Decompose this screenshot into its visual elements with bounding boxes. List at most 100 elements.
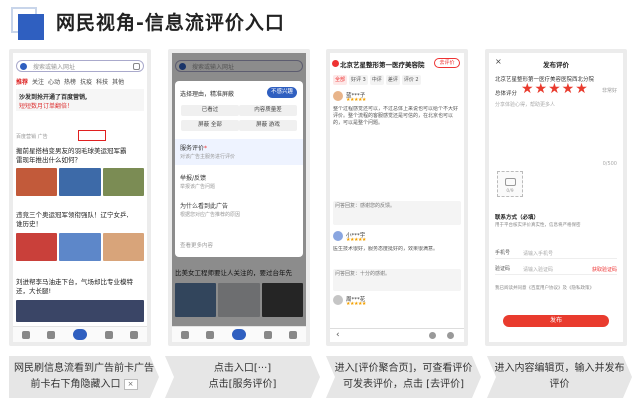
home-icon[interactable] — [21, 330, 30, 339]
review-stars: ★★★★★ — [346, 237, 366, 243]
tab-heart[interactable]: 心动 — [48, 79, 60, 86]
submit-button[interactable]: 发布 — [503, 315, 609, 327]
tab-tech[interactable]: 科技 — [96, 79, 108, 86]
tab-recommend[interactable]: 推荐 — [16, 79, 28, 86]
bottom-bar: ‹ — [330, 328, 464, 342]
filter-reviews[interactable]: 评价 2 — [401, 75, 421, 85]
photo-count: 0/9 — [506, 189, 514, 194]
code-label: 验证码 — [495, 266, 511, 272]
promo-card[interactable]: 沙发到抢开通了百度营销, 短短数月订单翻倍！ — [16, 89, 144, 111]
go-review-button[interactable]: 去评价 — [434, 58, 460, 68]
phone-screen-menu: 搜索或输入网址 比美女工程师要让人关注的，要过台年先 选择理由，精准屏蔽 不感兴… — [172, 53, 306, 342]
news-title: 搬前星搭档变男友的羽毛球美运冠军霸 — [16, 147, 127, 155]
filter-good[interactable]: 好评 3 — [349, 75, 368, 85]
news-item[interactable]: 违竞三个奥运冠军领衔强队！辽宁女乒, 谁历史！ — [16, 211, 144, 229]
news-title: 违竞三个奥运冠军领衔强队！辽宁女乒, — [16, 211, 129, 219]
voice-search-icon[interactable] — [72, 329, 87, 340]
home-icon[interactable] — [180, 330, 189, 339]
promo-card-subtitle: 短短数月订单翻倍！ — [19, 103, 74, 110]
not-interested-button[interactable]: 不感兴趣 — [267, 87, 297, 98]
score-label: 总体评分 — [495, 91, 518, 97]
filter-bad[interactable]: 差评 — [385, 75, 400, 85]
search-placeholder: 搜索或输入网址 — [33, 64, 76, 71]
more-icon[interactable] — [447, 332, 454, 339]
caption-line: 点击[服务评价] — [208, 379, 277, 390]
filter-mid[interactable]: 中评 — [369, 75, 384, 85]
share-icon[interactable] — [429, 332, 436, 339]
camera-icon[interactable] — [133, 63, 140, 70]
store-logo-icon — [332, 60, 339, 67]
rating-stars[interactable]: ★★★★★ — [521, 81, 589, 97]
promo-card-title: 沙发到抢开通了百度营销, — [19, 94, 88, 101]
phone-field[interactable]: 手机号 请输入手机号 — [495, 249, 617, 259]
menu-item-report[interactable]: 举报/反馈 举报该广告问题 — [180, 173, 298, 190]
profile-icon[interactable] — [130, 330, 139, 339]
rating-text: 非常好 — [601, 88, 617, 94]
agreement-checkbox[interactable]: 我已阅读并同意《百度用户协议》及《隐私政策》 — [495, 285, 617, 291]
screenshot-panel-feed: 搜索或输入网址 推荐 关注 心动 热榜 抗疫 科技 其他 沙发到抢开通了百度营销, 短短数月… — [9, 49, 151, 346]
add-photo-button[interactable]: 0/9 — [497, 171, 523, 197]
filter-all[interactable]: 全部 — [333, 75, 348, 85]
news-title-2: 还，大长腿! — [16, 287, 52, 295]
compose-title: 发布评价 — [543, 61, 569, 69]
review-stars: ★★★★★ — [346, 97, 366, 103]
video-icon[interactable] — [47, 330, 56, 339]
contact-title: 联系方式（必填） — [495, 215, 540, 221]
avatar — [333, 231, 343, 241]
review-user: 蓝***子 ★★★★★ — [333, 91, 461, 103]
code-field[interactable]: 验证码 请输入验证码 获取验证码 — [495, 265, 617, 275]
option-block-game-button[interactable]: 屏蔽 游戏 — [239, 120, 297, 131]
service-eval-star: * — [204, 145, 208, 152]
screenshot-panel-reviews: 北京艺星整形第一医疗美容院 去评价 全部 好评 3 中评 差评 评价 2 蓝**… — [326, 49, 468, 346]
caption-line: 可发表评价，点击 [去评价] — [343, 379, 464, 390]
search-input[interactable]: 搜索或输入网址 — [16, 60, 144, 72]
menu-item-service-eval[interactable]: 服务评价* 对该广告主服务进行评价 — [180, 143, 298, 160]
store-header: 北京艺星整形第一医疗美容院 去评价 — [330, 57, 464, 71]
option-low-quality-button[interactable]: 内容质量差 — [239, 105, 297, 116]
why-sub: 根据您对应广告推荐的原因 — [180, 212, 241, 218]
video-icon[interactable] — [206, 330, 215, 339]
review-user: 周***花 ★★★★★ — [333, 295, 461, 307]
service-eval-label: 服务评价 — [180, 145, 205, 152]
message-icon[interactable] — [263, 330, 272, 339]
merchant-reply: 问答回复：十分的感谢。 — [333, 269, 461, 291]
review-user: 小***宇 ★★★★★ — [333, 231, 461, 243]
menu-item-why[interactable]: 为什么看到此广告 根据您对应广告推荐的原因 — [180, 201, 298, 218]
caption-line: 评价 — [549, 379, 570, 390]
merchant-reply: 问答回复：感谢您的反馈。 — [333, 201, 461, 225]
phone-label: 手机号 — [495, 250, 511, 256]
char-count: 0/500 — [602, 161, 617, 167]
tab-follow[interactable]: 关注 — [32, 79, 44, 86]
code-placeholder: 请输入验证码 — [523, 267, 554, 273]
step-caption-2: 点击入口[···] 点击[服务评价] — [165, 356, 320, 398]
service-eval-sub: 对该广告主服务进行评价 — [180, 154, 236, 160]
caption-line: 进入内容编辑页，输入并发布 — [494, 363, 625, 374]
caption-line: 前卡右下角隐藏入口 — [30, 379, 121, 390]
review-filter-tags: 全部 好评 3 中评 差评 评价 2 — [333, 75, 461, 85]
message-icon[interactable] — [104, 330, 113, 339]
sheet-footer: 查看更多内容 — [180, 243, 214, 249]
news-item[interactable]: 刘进帮李马油走下台，气场却比专业模特 还，大长腿! — [16, 278, 144, 296]
step-caption-3: 进入[评价聚合页]，可查看评价 可发表评价，点击 [去评价] — [326, 356, 481, 398]
news-image-row — [16, 300, 144, 322]
get-code-button[interactable]: 获取验证码 — [592, 266, 617, 273]
voice-search-icon[interactable] — [231, 329, 246, 340]
step-caption-4: 进入内容编辑页，输入并发布 评价 — [487, 356, 632, 398]
hidden-entry-highlight[interactable] — [78, 130, 106, 141]
review-text: 整个过程感觉还可以，不过总体上来说也可以给个不大好评价。整个流程的客服感觉还是可… — [333, 106, 459, 126]
option-block-all-button[interactable]: 屏蔽 全部 — [181, 120, 239, 131]
tab-hot[interactable]: 热榜 — [64, 79, 76, 86]
tab-epidemic[interactable]: 抗疫 — [80, 79, 92, 86]
option-seen-button[interactable]: 已看过 — [181, 105, 239, 116]
review-textarea[interactable]: 分享体验心得，帮助更多人 — [495, 101, 617, 161]
phone-screen-compose: × 发布评价 北京艺星整形第一医疗美容医院西北分院 总体评分 ★★★★★ 非常好… — [489, 53, 623, 342]
caption-line: 点击入口[···] — [213, 363, 272, 374]
bottom-navbar — [13, 326, 147, 342]
news-image-row — [16, 233, 144, 261]
profile-icon[interactable] — [289, 330, 298, 339]
tab-other[interactable]: 其他 — [112, 79, 124, 86]
back-arrow-icon[interactable]: ‹ — [336, 330, 340, 340]
page-title: 网民视角-信息流评价入口 — [56, 12, 285, 34]
screenshot-panel-compose: × 发布评价 北京艺星整形第一医疗美容医院西北分院 总体评分 ★★★★★ 非常好… — [485, 49, 627, 346]
news-item[interactable]: 搬前星搭档变男友的羽毛球美运冠军霸 雷现年推出什么如何？ — [16, 147, 144, 165]
